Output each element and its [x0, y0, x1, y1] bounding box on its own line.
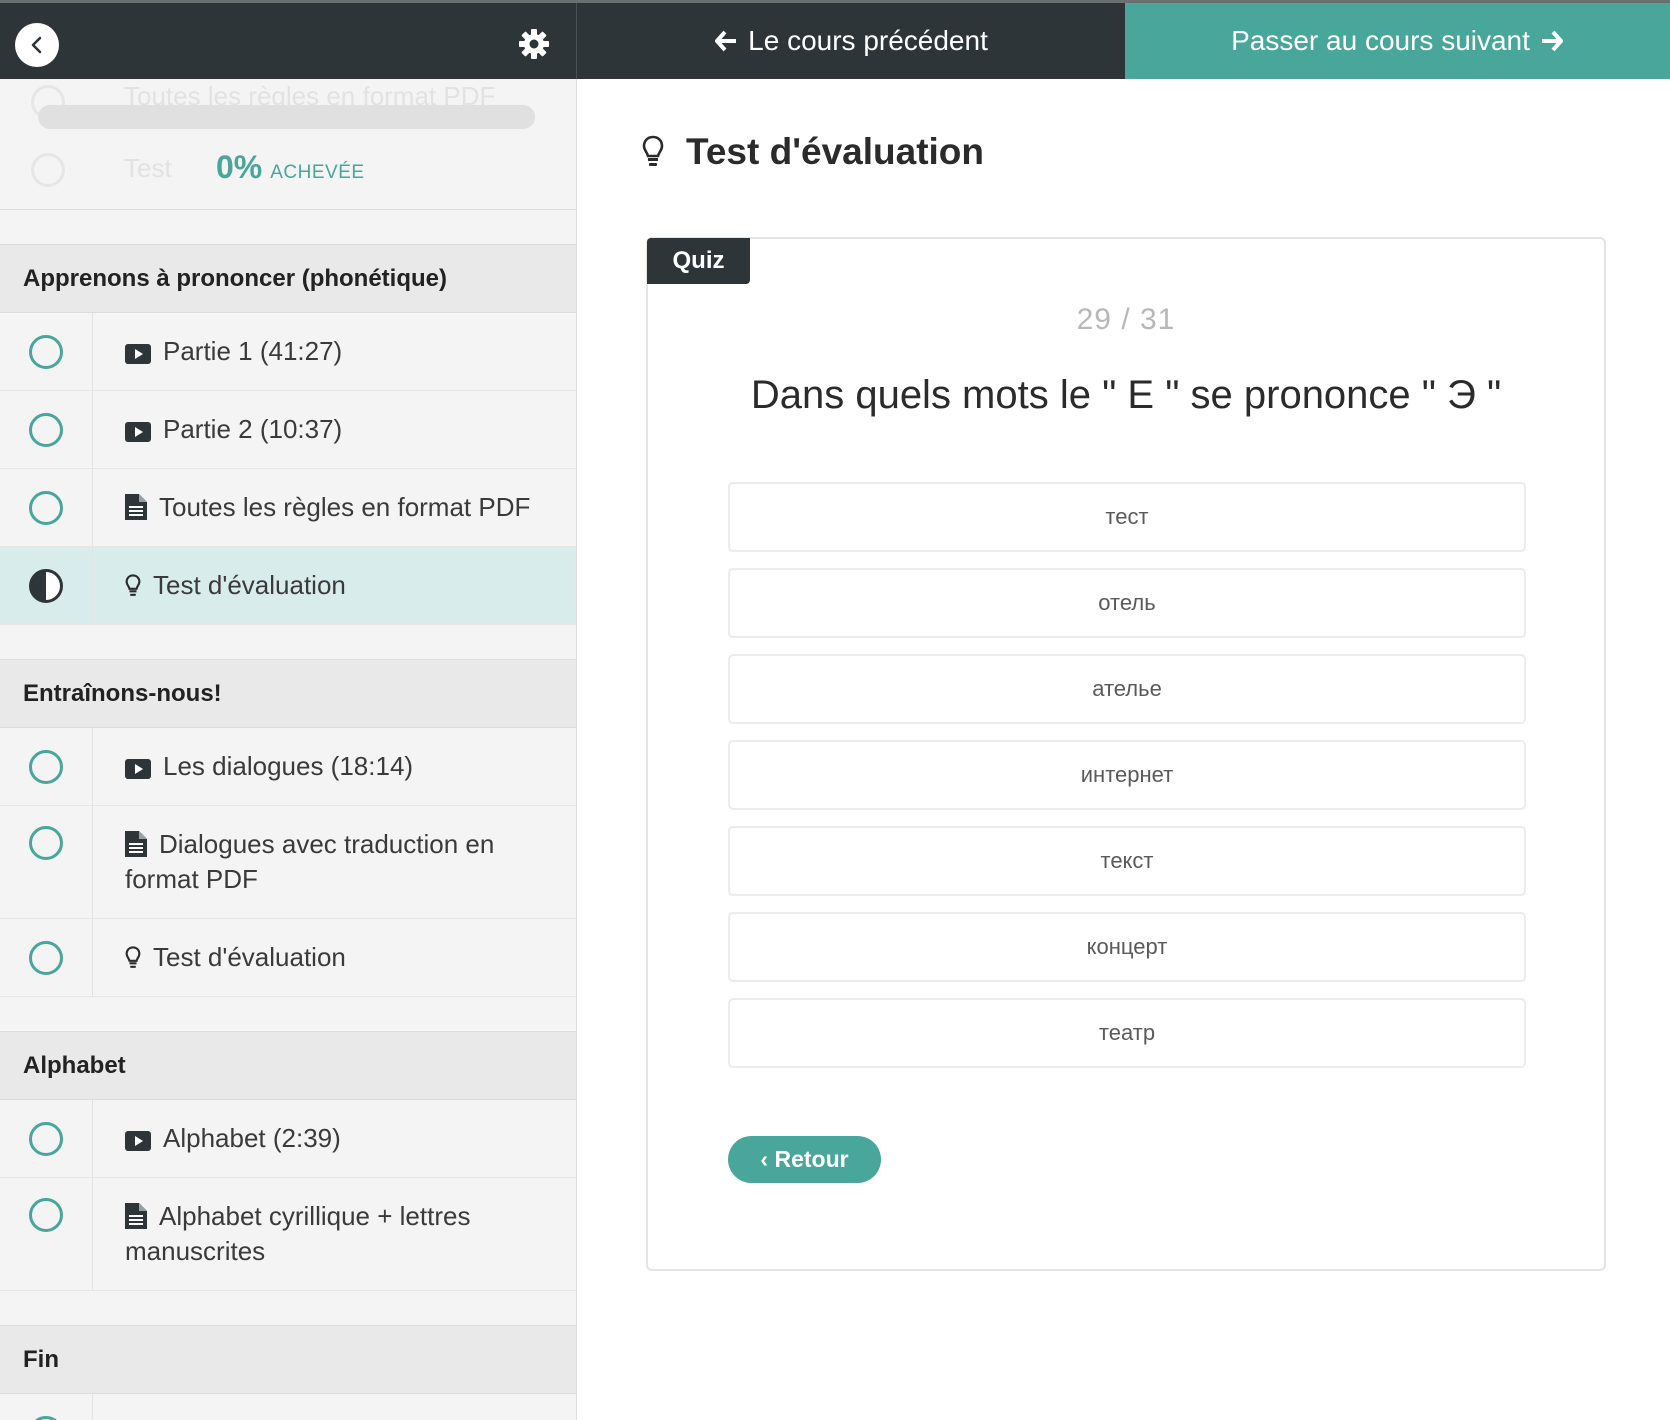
video-icon [125, 344, 151, 364]
lesson-status [0, 391, 93, 468]
incomplete-status-icon [29, 1415, 63, 1420]
section-header: Alphabet [0, 1031, 576, 1100]
lesson-status [0, 1178, 93, 1290]
lesson-item[interactable]: Partie 1 (41:27) [0, 313, 576, 391]
incomplete-status-icon [29, 826, 63, 860]
lesson-item[interactable]: Partie 2 (10:37) [0, 391, 576, 469]
document-icon [125, 494, 147, 520]
question-text: Dans quels mots le " E " se prononce " Э… [750, 373, 1502, 417]
previous-lesson-label: Le cours précédent [748, 25, 988, 56]
answer-option[interactable]: текст [728, 826, 1526, 896]
lesson-title: Alphabet (2:39) [93, 1100, 361, 1177]
lesson-label: Test d'évaluation [153, 942, 346, 972]
incomplete-status-icon [29, 749, 63, 784]
section-header: Fin [0, 1325, 576, 1394]
video-icon [125, 1131, 151, 1151]
answer-option[interactable]: театр [728, 998, 1526, 1068]
incomplete-status-icon [29, 940, 63, 975]
lesson-label: Alphabet (2:39) [163, 1123, 341, 1153]
answer-option[interactable]: отель [728, 568, 1526, 638]
answer-option[interactable]: тест [728, 482, 1526, 552]
lesson-status [0, 1100, 93, 1177]
lesson-title: Vidéo de fin (0:41) [93, 1394, 395, 1420]
course-sections: Apprenons à prononcer (phonétique) Partie… [0, 244, 576, 1420]
lesson-label: Toutes les règles en format PDF [159, 492, 531, 522]
lesson-label: Partie 2 (10:37) [163, 414, 343, 444]
section-header: Apprenons à prononcer (phonétique) [0, 244, 576, 313]
answer-option[interactable]: ателье [728, 654, 1526, 724]
lightbulb-icon [125, 946, 141, 968]
progress-bar [38, 105, 535, 129]
question-counter: 29 / 31 [1076, 303, 1176, 336]
lesson-label: Partie 1 (41:27) [163, 336, 343, 366]
lesson-status [0, 313, 93, 390]
video-icon [125, 422, 151, 442]
next-lesson-button[interactable]: Passer au cours suivant [1125, 3, 1670, 79]
top-bar: Le cours précédent Passer au cours suiva… [0, 0, 1670, 79]
lesson-label: Dialogues avec traduction en format PDF [125, 829, 495, 894]
arrow-right-icon [1541, 30, 1563, 52]
lesson-title: Les dialogues (18:14) [93, 728, 433, 805]
quiz-card: Quiz 29 / 31 Dans quels mots le " E " se… [646, 237, 1606, 1271]
page-title-text: Test d'évaluation [686, 131, 985, 172]
answer-list: тест отель ателье интернет текст концерт театр [728, 482, 1526, 1084]
back-button[interactable] [15, 23, 59, 67]
lesson-label: Les dialogues (18:14) [163, 751, 414, 781]
incomplete-status-icon [29, 412, 63, 447]
progress-readout: 0% ACHEVÉE [216, 149, 365, 186]
gear-icon[interactable] [517, 27, 551, 61]
lesson-item[interactable]: Les dialogues (18:14) [0, 728, 576, 806]
progress-percent: 0% [216, 149, 263, 185]
lesson-content: Test d'évaluation Quiz 29 / 31 Dans quel… [578, 79, 1670, 1420]
incomplete-status-icon [29, 1121, 63, 1156]
video-icon [125, 759, 151, 779]
lesson-title: Partie 2 (10:37) [93, 391, 362, 468]
lesson-item[interactable]: Test d'évaluation [0, 547, 576, 625]
lesson-item[interactable]: Dialogues avec traduction en format PDF [0, 806, 576, 919]
document-icon [125, 1203, 147, 1229]
progress-status-label: ACHEVÉE [270, 162, 365, 183]
course-progress: Toutes les règles en format PDF Test 0% … [0, 79, 576, 210]
lightbulb-icon [125, 574, 141, 596]
lesson-label: Alphabet cyrillique + lettres manuscrite… [125, 1201, 471, 1266]
lesson-title: Alphabet cyrillique + lettres manuscrite… [93, 1178, 576, 1290]
next-lesson-label: Passer au cours suivant [1231, 25, 1530, 56]
lesson-item[interactable]: Alphabet cyrillique + lettres manuscrite… [0, 1178, 576, 1291]
lesson-status [0, 469, 93, 546]
lesson-title: Dialogues avec traduction en format PDF [93, 806, 576, 918]
lesson-title: Test d'évaluation [93, 919, 366, 996]
faded-status-circle [31, 153, 65, 187]
back-to-previous-question-button[interactable]: ‹ Retour [728, 1136, 881, 1183]
lesson-status [0, 919, 93, 996]
page-title: Test d'évaluation [642, 131, 984, 173]
chevron-left-icon [31, 36, 42, 54]
lesson-item[interactable]: Toutes les règles en format PDF [0, 469, 576, 547]
lesson-title: Partie 1 (41:27) [93, 313, 362, 390]
lesson-item[interactable]: Alphabet (2:39) [0, 1100, 576, 1178]
lesson-status [0, 728, 93, 805]
incomplete-status-icon [29, 1198, 63, 1232]
answer-option[interactable]: концерт [728, 912, 1526, 982]
lesson-item[interactable]: Vidéo de fin (0:41) [0, 1394, 576, 1420]
lesson-label: Test d'évaluation [153, 570, 346, 600]
sidebar-header [0, 3, 577, 79]
lightbulb-icon [642, 135, 664, 166]
incomplete-status-icon [29, 334, 63, 369]
lesson-status [0, 1394, 93, 1420]
faded-lesson-title: Test [124, 153, 172, 183]
lesson-title: Test d'évaluation [93, 547, 366, 624]
section-header: Entraînons-nous! [0, 659, 576, 728]
arrow-left-icon [715, 30, 737, 52]
quiz-badge: Quiz [647, 238, 750, 284]
incomplete-status-icon [29, 490, 63, 525]
previous-lesson-button[interactable]: Le cours précédent [577, 3, 1125, 79]
lesson-status [0, 547, 93, 624]
lesson-item[interactable]: Test d'évaluation [0, 919, 576, 997]
lesson-status [0, 806, 93, 918]
lesson-title: Toutes les règles en format PDF [93, 469, 550, 546]
course-sidebar: Toutes les règles en format PDF Test 0% … [0, 79, 577, 1420]
half-complete-status-icon [29, 568, 63, 603]
answer-option[interactable]: интернет [728, 740, 1526, 810]
document-icon [125, 831, 147, 857]
